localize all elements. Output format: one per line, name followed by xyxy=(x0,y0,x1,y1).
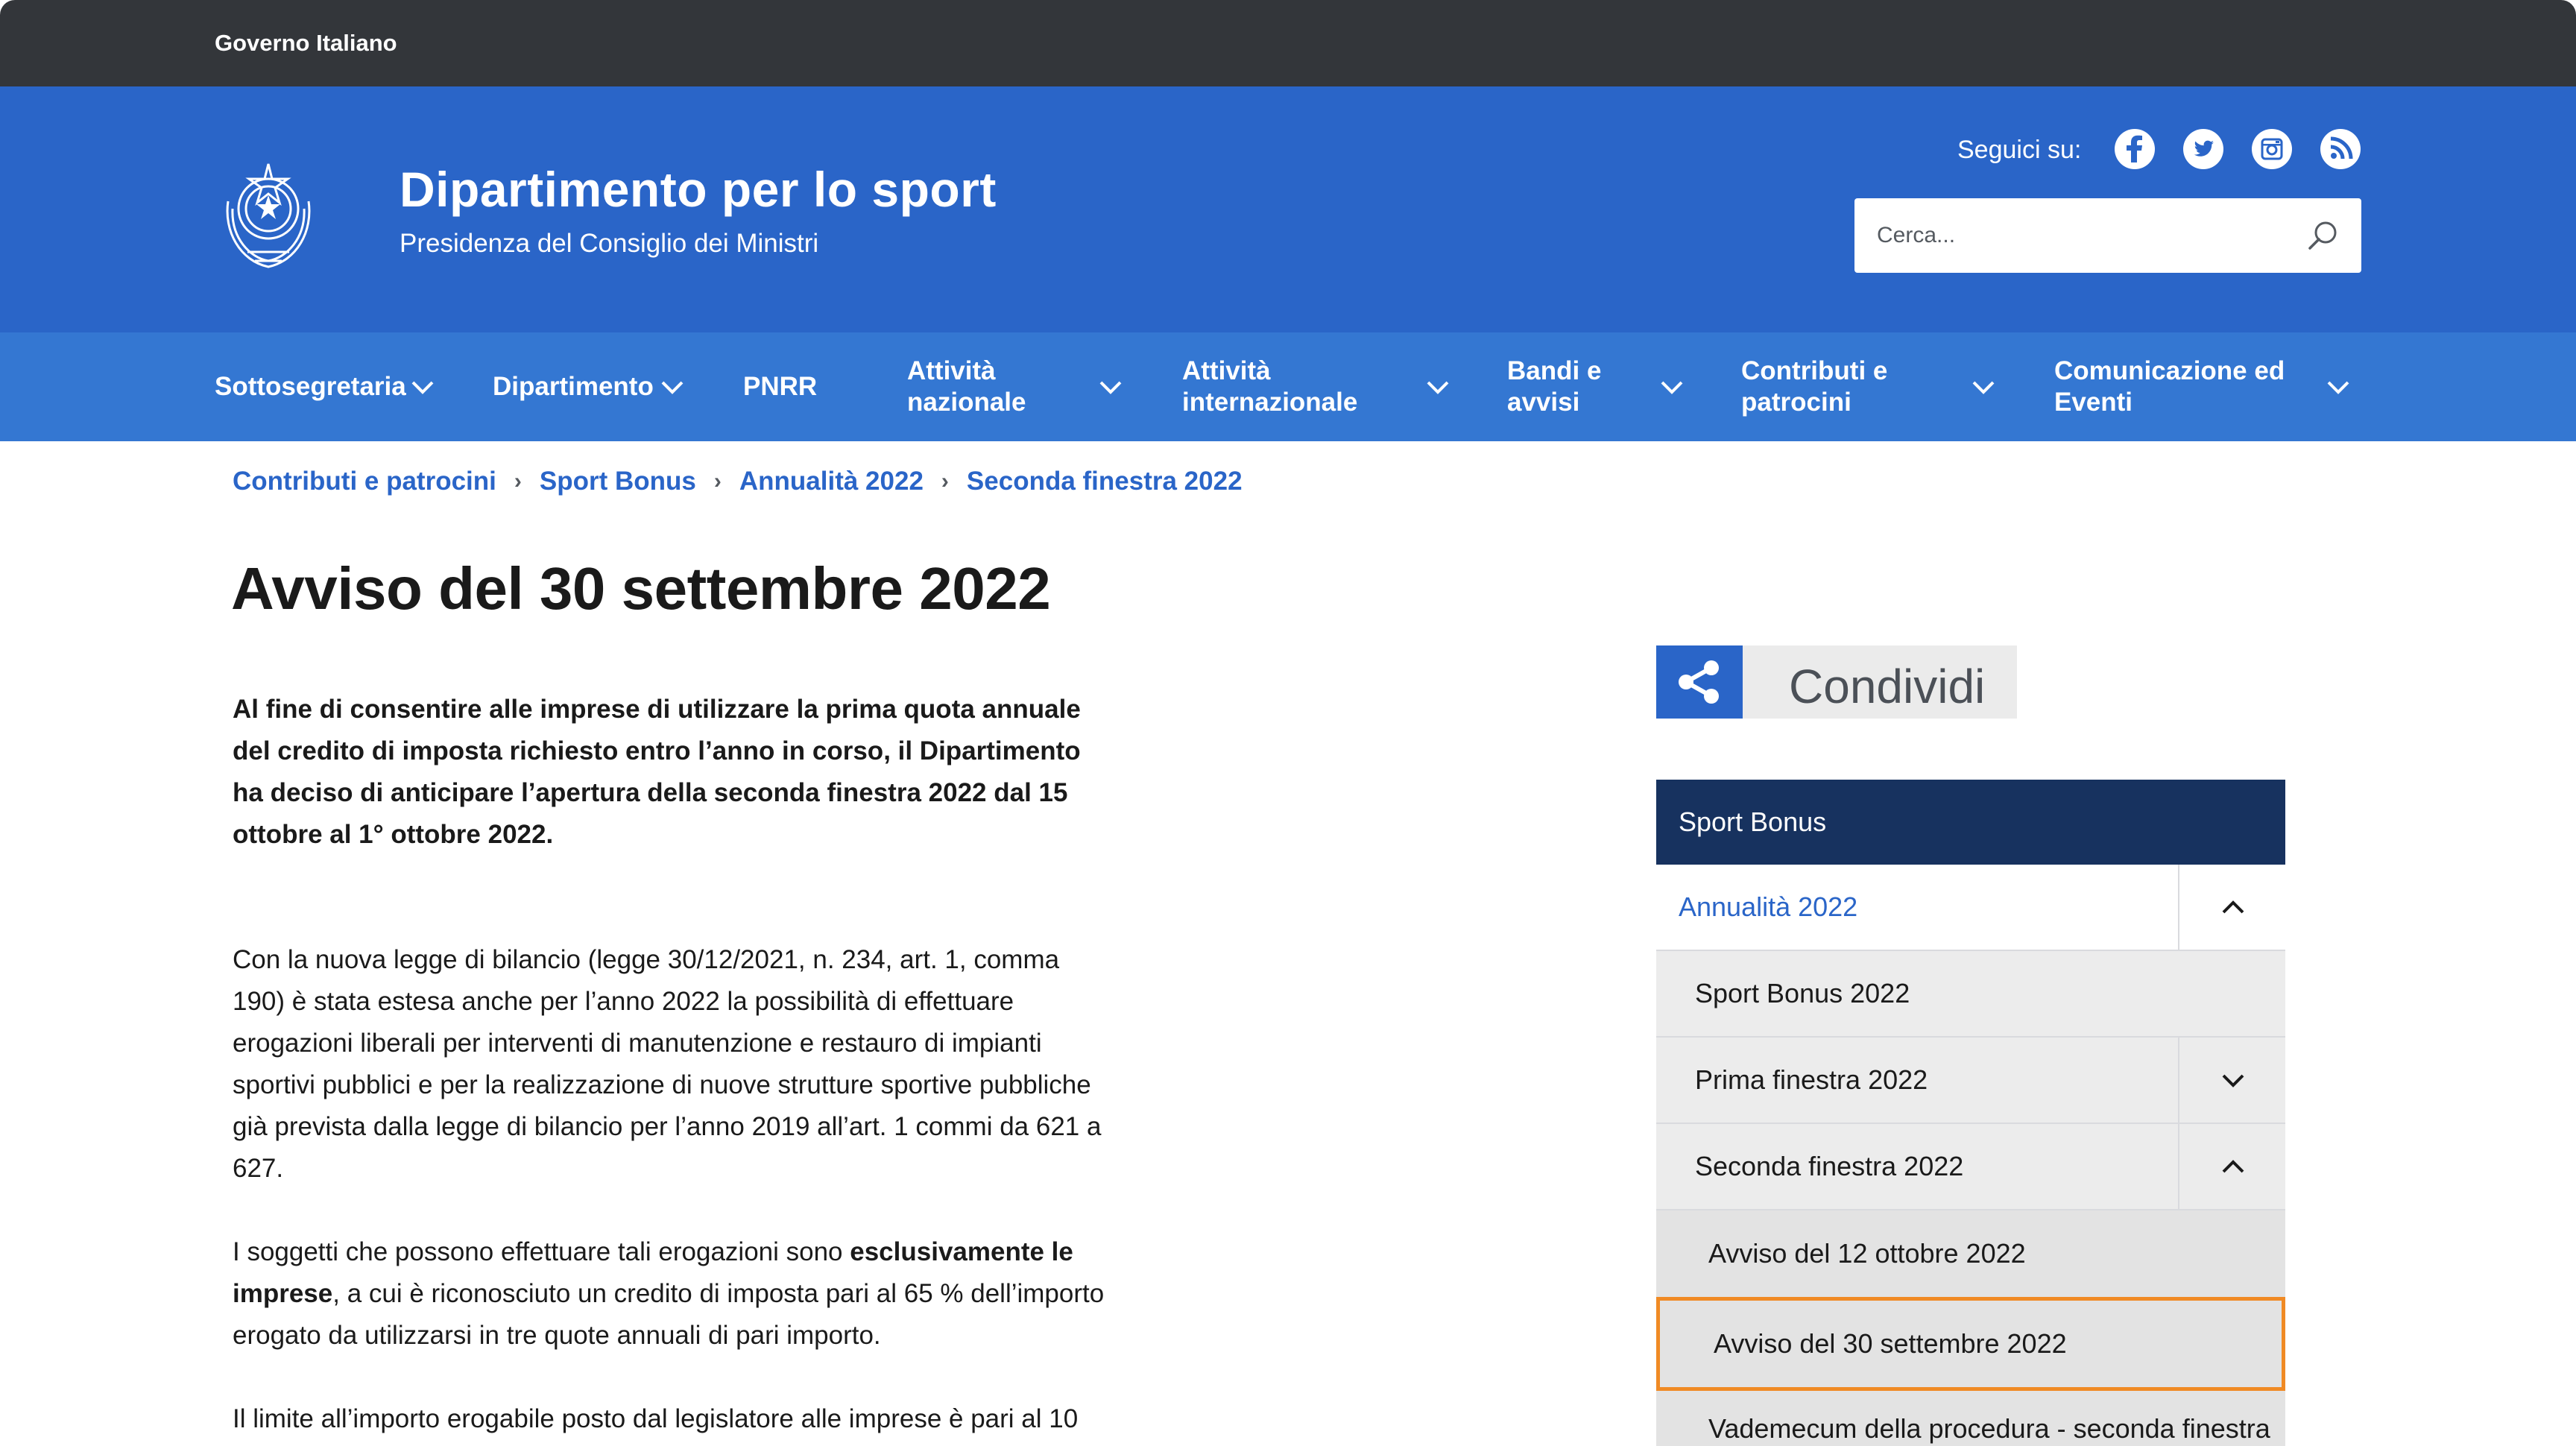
chevron-down-icon xyxy=(2326,376,2351,398)
sidebar-item-avviso-12-ottobre[interactable]: Avviso del 12 ottobre 2022 xyxy=(1656,1210,2285,1297)
site-subtitle: Presidenza del Consiglio dei Ministri xyxy=(400,229,819,258)
chevron-down-icon[interactable] xyxy=(2178,1038,2285,1123)
nav-item-label: Sottosegretaria xyxy=(215,372,406,401)
breadcrumb-separator: › xyxy=(941,469,949,493)
article-text: , a cui è riconosciuto un credito di imp… xyxy=(233,1279,1105,1350)
nav-item-label: Contributi e patrocini xyxy=(1741,356,1888,417)
chevron-down-icon xyxy=(1425,376,1450,398)
breadcrumb-link-annualita-2022[interactable]: Annualità 2022 xyxy=(739,467,924,496)
italian-republic-emblem-icon[interactable] xyxy=(218,157,319,270)
rss-icon[interactable] xyxy=(2320,128,2361,170)
sidebar-item-label: Avviso del 12 ottobre 2022 xyxy=(1708,1238,2026,1269)
sidebar-menu: Sport Bonus Annualità 2022 Sport Bonus 2… xyxy=(1656,780,2285,1446)
chevron-down-icon xyxy=(1098,376,1123,398)
nav-item-attivita-nazionale[interactable]: Attività nazionale xyxy=(907,332,1122,441)
chevron-up-icon[interactable] xyxy=(2178,1124,2285,1209)
nav-item-dipartimento[interactable]: Dipartimento xyxy=(493,332,684,441)
nav-item-label: Dipartimento xyxy=(493,372,654,401)
breadcrumb-separator: › xyxy=(514,469,522,493)
article-paragraph: Il limite all’importo erogabile posto da… xyxy=(233,1404,1079,1433)
article-paragraph: Con la nuova legge di bilancio (legge 30… xyxy=(233,945,1102,1183)
site-header: Dipartimento per lo sport Presidenza del… xyxy=(0,86,2576,332)
instagram-icon[interactable] xyxy=(2251,128,2293,170)
social-label: Seguici su: xyxy=(1957,136,2082,164)
nav-item-bandi-e-avvisi[interactable]: Bandi e avvisi xyxy=(1507,332,1683,441)
breadcrumb-link-contributi[interactable]: Contributi e patrocini xyxy=(233,467,496,496)
page-title: Avviso del 30 settembre 2022 xyxy=(231,555,1051,622)
sidebar-item-vademecum[interactable]: Vademecum della procedura - seconda fine… xyxy=(1656,1391,2285,1446)
search-box xyxy=(1854,198,2361,273)
sidebar-item-label: Prima finestra 2022 xyxy=(1695,1064,1928,1095)
chevron-down-icon xyxy=(1971,376,1996,398)
sidebar-item-label: Sport Bonus 2022 xyxy=(1695,978,1910,1008)
government-bar: Governo Italiano xyxy=(0,0,2576,86)
breadcrumb-separator: › xyxy=(713,469,722,493)
article-body: Al fine di consentire alle imprese di ut… xyxy=(233,689,1112,1446)
nav-item-contributi-e-patrocini[interactable]: Contributi e patrocini xyxy=(1741,332,1995,441)
nav-item-attivita-internazionale[interactable]: Attività internazionale xyxy=(1182,332,1449,441)
article-text: I soggetti che possono effettuare tali e… xyxy=(233,1237,850,1266)
sidebar-item-seconda-finestra-2022[interactable]: Seconda finestra 2022 xyxy=(1656,1124,2285,1210)
nav-item-comunicazione-ed-eventi[interactable]: Comunicazione ed Eventi xyxy=(2054,332,2349,441)
sidebar-item-label: Avviso del 30 settembre 2022 xyxy=(1714,1328,2067,1359)
nav-item-label: Comunicazione ed Eventi xyxy=(2054,356,2285,417)
sidebar-item-label: Seconda finestra 2022 xyxy=(1695,1151,1964,1181)
breadcrumb: Contributi e patrocini › Sport Bonus › A… xyxy=(233,467,1243,496)
nav-item-label: Attività internazionale xyxy=(1182,356,1358,417)
search-icon[interactable] xyxy=(2306,219,2339,252)
chevron-down-icon xyxy=(1659,376,1685,398)
breadcrumb-link-seconda-finestra[interactable]: Seconda finestra 2022 xyxy=(967,467,1243,496)
nav-item-label: Bandi e avvisi xyxy=(1507,356,1602,417)
sidebar-header[interactable]: Sport Bonus xyxy=(1656,780,2285,865)
share-widget[interactable]: Condividi xyxy=(1656,645,2017,719)
chevron-up-icon[interactable] xyxy=(2178,865,2285,950)
chevron-down-icon xyxy=(410,376,435,398)
governo-italiano-link[interactable]: Governo Italiano xyxy=(215,30,397,57)
nav-item-label: Attività nazionale xyxy=(907,356,1026,417)
nav-item-pnrr[interactable]: PNRR xyxy=(743,332,817,441)
nav-item-sottosegretaria[interactable]: Sottosegretaria xyxy=(215,332,434,441)
sidebar-item-prima-finestra-2022[interactable]: Prima finestra 2022 xyxy=(1656,1038,2285,1124)
twitter-icon[interactable] xyxy=(2182,128,2224,170)
share-label: Condividi xyxy=(1789,660,1986,713)
sidebar-item-annualita-2022[interactable]: Annualità 2022 xyxy=(1656,865,2285,951)
chevron-down-icon xyxy=(660,376,685,398)
search-input[interactable] xyxy=(1877,198,2294,273)
article-lead: Al fine di consentire alle imprese di ut… xyxy=(233,695,1081,849)
main-navigation: Sottosegretaria Dipartimento PNRR Attivi… xyxy=(0,332,2576,441)
share-icon[interactable] xyxy=(1656,645,1743,719)
sidebar-item-label: Annualità 2022 xyxy=(1679,891,1858,922)
facebook-icon[interactable] xyxy=(2114,128,2156,170)
sidebar-item-label: Vademecum della procedura - seconda fine… xyxy=(1708,1413,2270,1444)
sidebar-item-avviso-30-settembre[interactable]: Avviso del 30 settembre 2022 xyxy=(1656,1297,2285,1391)
article-paragraph: I soggetti che possono effettuare tali e… xyxy=(233,1231,1112,1357)
breadcrumb-link-sport-bonus[interactable]: Sport Bonus xyxy=(540,467,696,496)
nav-item-label: PNRR xyxy=(743,372,818,401)
sidebar-item-sport-bonus-2022[interactable]: Sport Bonus 2022 xyxy=(1656,951,2285,1038)
site-title[interactable]: Dipartimento per lo sport xyxy=(400,161,997,218)
